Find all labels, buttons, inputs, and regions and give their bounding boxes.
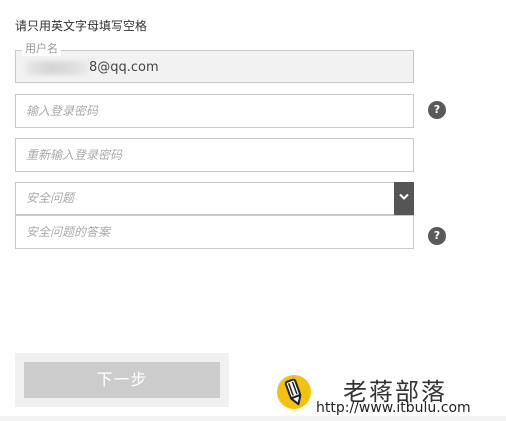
instruction-text: 请只用英文字母填写空格 (15, 19, 148, 33)
next-button-container: 下一步 (15, 353, 229, 407)
security-answer-input[interactable]: 安全问题的答案 (15, 215, 414, 249)
password-input[interactable]: 输入登录密码 (15, 94, 414, 128)
watermark-url: http://www.itbulu.com (316, 400, 471, 416)
help-icon[interactable]: ? (428, 101, 446, 119)
username-label: 用户名 (22, 42, 61, 56)
confirm-password-input[interactable]: 重新输入登录密码 (15, 138, 414, 172)
security-question-select[interactable]: 安全问题 (15, 182, 414, 215)
security-question-placeholder: 安全问题 (26, 191, 75, 205)
next-button[interactable]: 下一步 (24, 362, 220, 398)
username-redacted-mask (26, 61, 88, 75)
username-value: 8@qq.com (89, 60, 159, 75)
bottom-divider (0, 416, 506, 421)
username-field: 用户名 8@qq.com (15, 42, 414, 83)
pencil-logo-icon (277, 375, 311, 409)
help-icon[interactable]: ? (428, 227, 446, 245)
registration-form-page: 请只用英文字母填写空格 用户名 8@qq.com 输入登录密码 ? 重新输入登录… (0, 0, 506, 421)
chevron-down-icon[interactable] (394, 182, 414, 215)
